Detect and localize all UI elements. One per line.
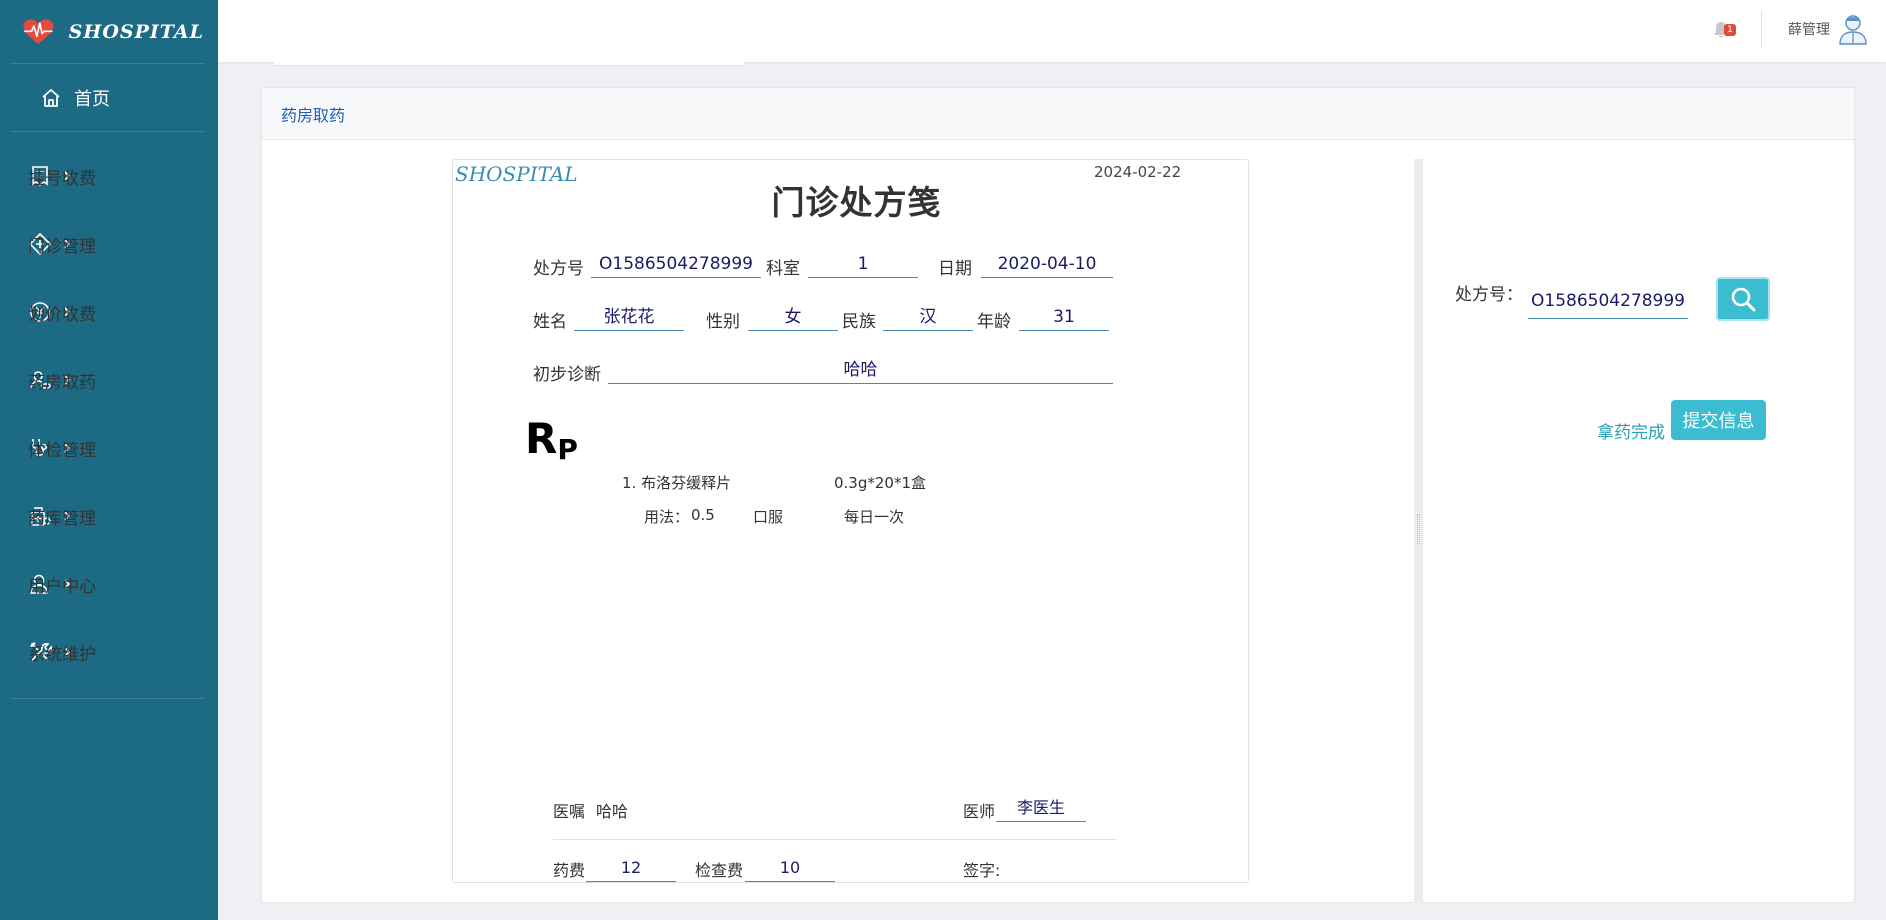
rx-no-input[interactable] bbox=[1528, 283, 1688, 319]
sidebar-item-drug-storage[interactable]: 药库管理 bbox=[10, 482, 204, 550]
sidebar: SHOSPITAL 首页 挂号收费 门诊管理 划价收费 药房取药 体检管理 药库… bbox=[0, 0, 218, 920]
sidebar-item-label: 药库管理 bbox=[28, 508, 96, 529]
usage-dose: 0.5 bbox=[691, 506, 715, 524]
signature-label: 签字: bbox=[963, 861, 1001, 880]
sidebar-item-system[interactable]: 系统维护 bbox=[10, 618, 204, 686]
sidebar-item-pharmacy[interactable]: 药房取药 bbox=[10, 346, 204, 414]
sidebar-menu: 挂号收费 门诊管理 划价收费 药房取药 体检管理 药库管理 用户中心 系统维护 bbox=[10, 142, 204, 699]
prescription-title: 门诊处方笺 bbox=[771, 183, 942, 222]
sidebar-item-user-center[interactable]: 用户中心 bbox=[10, 550, 204, 618]
sidebar-item-label: 门诊管理 bbox=[28, 236, 96, 257]
usage-frequency: 每日一次 bbox=[844, 508, 905, 526]
ethnicity-label: 民族 bbox=[842, 312, 876, 332]
rp-sub: P bbox=[557, 433, 578, 466]
rp-main: R bbox=[525, 414, 558, 463]
splitter-grip[interactable] bbox=[1417, 514, 1420, 544]
notification-badge: 1 bbox=[1724, 24, 1736, 36]
usage-route: 口服 bbox=[753, 508, 784, 526]
name-label: 姓名 bbox=[533, 312, 567, 332]
medicine-spec: 0.3g*20*1盒 bbox=[834, 474, 927, 492]
sidebar-item-registration[interactable]: 挂号收费 bbox=[10, 142, 204, 210]
sidebar-item-checkup[interactable]: 体检管理 bbox=[10, 414, 204, 482]
age-label: 年龄 bbox=[977, 312, 1011, 332]
search-icon bbox=[1731, 287, 1756, 312]
footer-divider bbox=[553, 839, 1117, 840]
advice-value: 哈哈 bbox=[596, 802, 629, 821]
sidebar-item-label: 体检管理 bbox=[28, 440, 96, 461]
drug-fee-label: 药费 bbox=[553, 861, 586, 880]
panel-title: 药房取药 bbox=[262, 88, 1854, 140]
name-value: 张花花 bbox=[574, 305, 684, 331]
advice-label: 医嘱 bbox=[553, 802, 586, 821]
heart-pulse-logo-icon bbox=[23, 18, 54, 44]
medicine-name: 1. 布洛芬缓释片 bbox=[622, 474, 732, 492]
search-rx-label: 处方号： bbox=[1455, 285, 1523, 305]
brand-name: SHOSPITAL bbox=[68, 20, 204, 43]
doctor-avatar-icon[interactable] bbox=[1838, 13, 1868, 45]
submit-button[interactable]: 提交信息 bbox=[1671, 400, 1766, 440]
sidebar-item-label: 挂号收费 bbox=[28, 168, 96, 189]
sidebar-item-label: 药房取药 bbox=[28, 372, 96, 393]
sidebar-item-label: 首页 bbox=[74, 88, 110, 110]
sidebar-item-pricing[interactable]: 划价收费 bbox=[10, 278, 204, 346]
user-name[interactable]: 薛管理 bbox=[1788, 19, 1830, 39]
rp-symbol: RP bbox=[525, 414, 578, 466]
rx-no-label: 处方号 bbox=[533, 259, 584, 279]
ethnicity-value: 汉 bbox=[883, 305, 973, 331]
doctor-value: 李医生 bbox=[996, 796, 1086, 822]
tab-strip bbox=[274, 0, 744, 66]
date-label: 日期 bbox=[938, 259, 972, 279]
drug-fee-value: 12 bbox=[586, 856, 676, 882]
sidebar-item-home[interactable]: 首页 bbox=[10, 64, 204, 132]
home-icon bbox=[42, 88, 60, 107]
topbar-user-area: 1 薛管理 bbox=[1713, 10, 1868, 48]
prescription-document: SHOSPITAL 2024-02-22 门诊处方笺 处方号 O15865042… bbox=[452, 159, 1249, 883]
sidebar-item-label: 系统维护 bbox=[28, 644, 96, 665]
sidebar-item-label: 用户中心 bbox=[28, 576, 96, 597]
doctor-label: 医师 bbox=[963, 802, 996, 821]
diagnosis-value: 哈哈 bbox=[608, 358, 1113, 384]
gender-value: 女 bbox=[748, 305, 838, 331]
date-value: 2020-04-10 bbox=[981, 252, 1113, 278]
brand[interactable]: SHOSPITAL bbox=[10, 0, 204, 64]
notification-button[interactable]: 1 bbox=[1713, 18, 1736, 40]
rx-no-value: O1586504278999 bbox=[591, 252, 761, 278]
sidebar-item-outpatient[interactable]: 门诊管理 bbox=[10, 210, 204, 278]
panel-splitter[interactable] bbox=[1414, 159, 1423, 903]
divider bbox=[1761, 10, 1762, 48]
sidebar-item-label: 划价收费 bbox=[28, 304, 96, 325]
exam-fee-label: 检查费 bbox=[695, 861, 744, 880]
done-link[interactable]: 拿药完成 bbox=[1597, 418, 1665, 443]
diagnosis-label: 初步诊断 bbox=[533, 365, 601, 385]
dept-label: 科室 bbox=[766, 259, 800, 279]
search-button[interactable] bbox=[1716, 277, 1770, 321]
dept-value: 1 bbox=[808, 252, 918, 278]
usage-label: 用法： bbox=[644, 508, 690, 526]
exam-fee-value: 10 bbox=[745, 856, 835, 882]
topbar: 1 薛管理 bbox=[218, 0, 1886, 66]
age-value: 31 bbox=[1019, 305, 1109, 331]
gender-label: 性别 bbox=[706, 312, 740, 332]
